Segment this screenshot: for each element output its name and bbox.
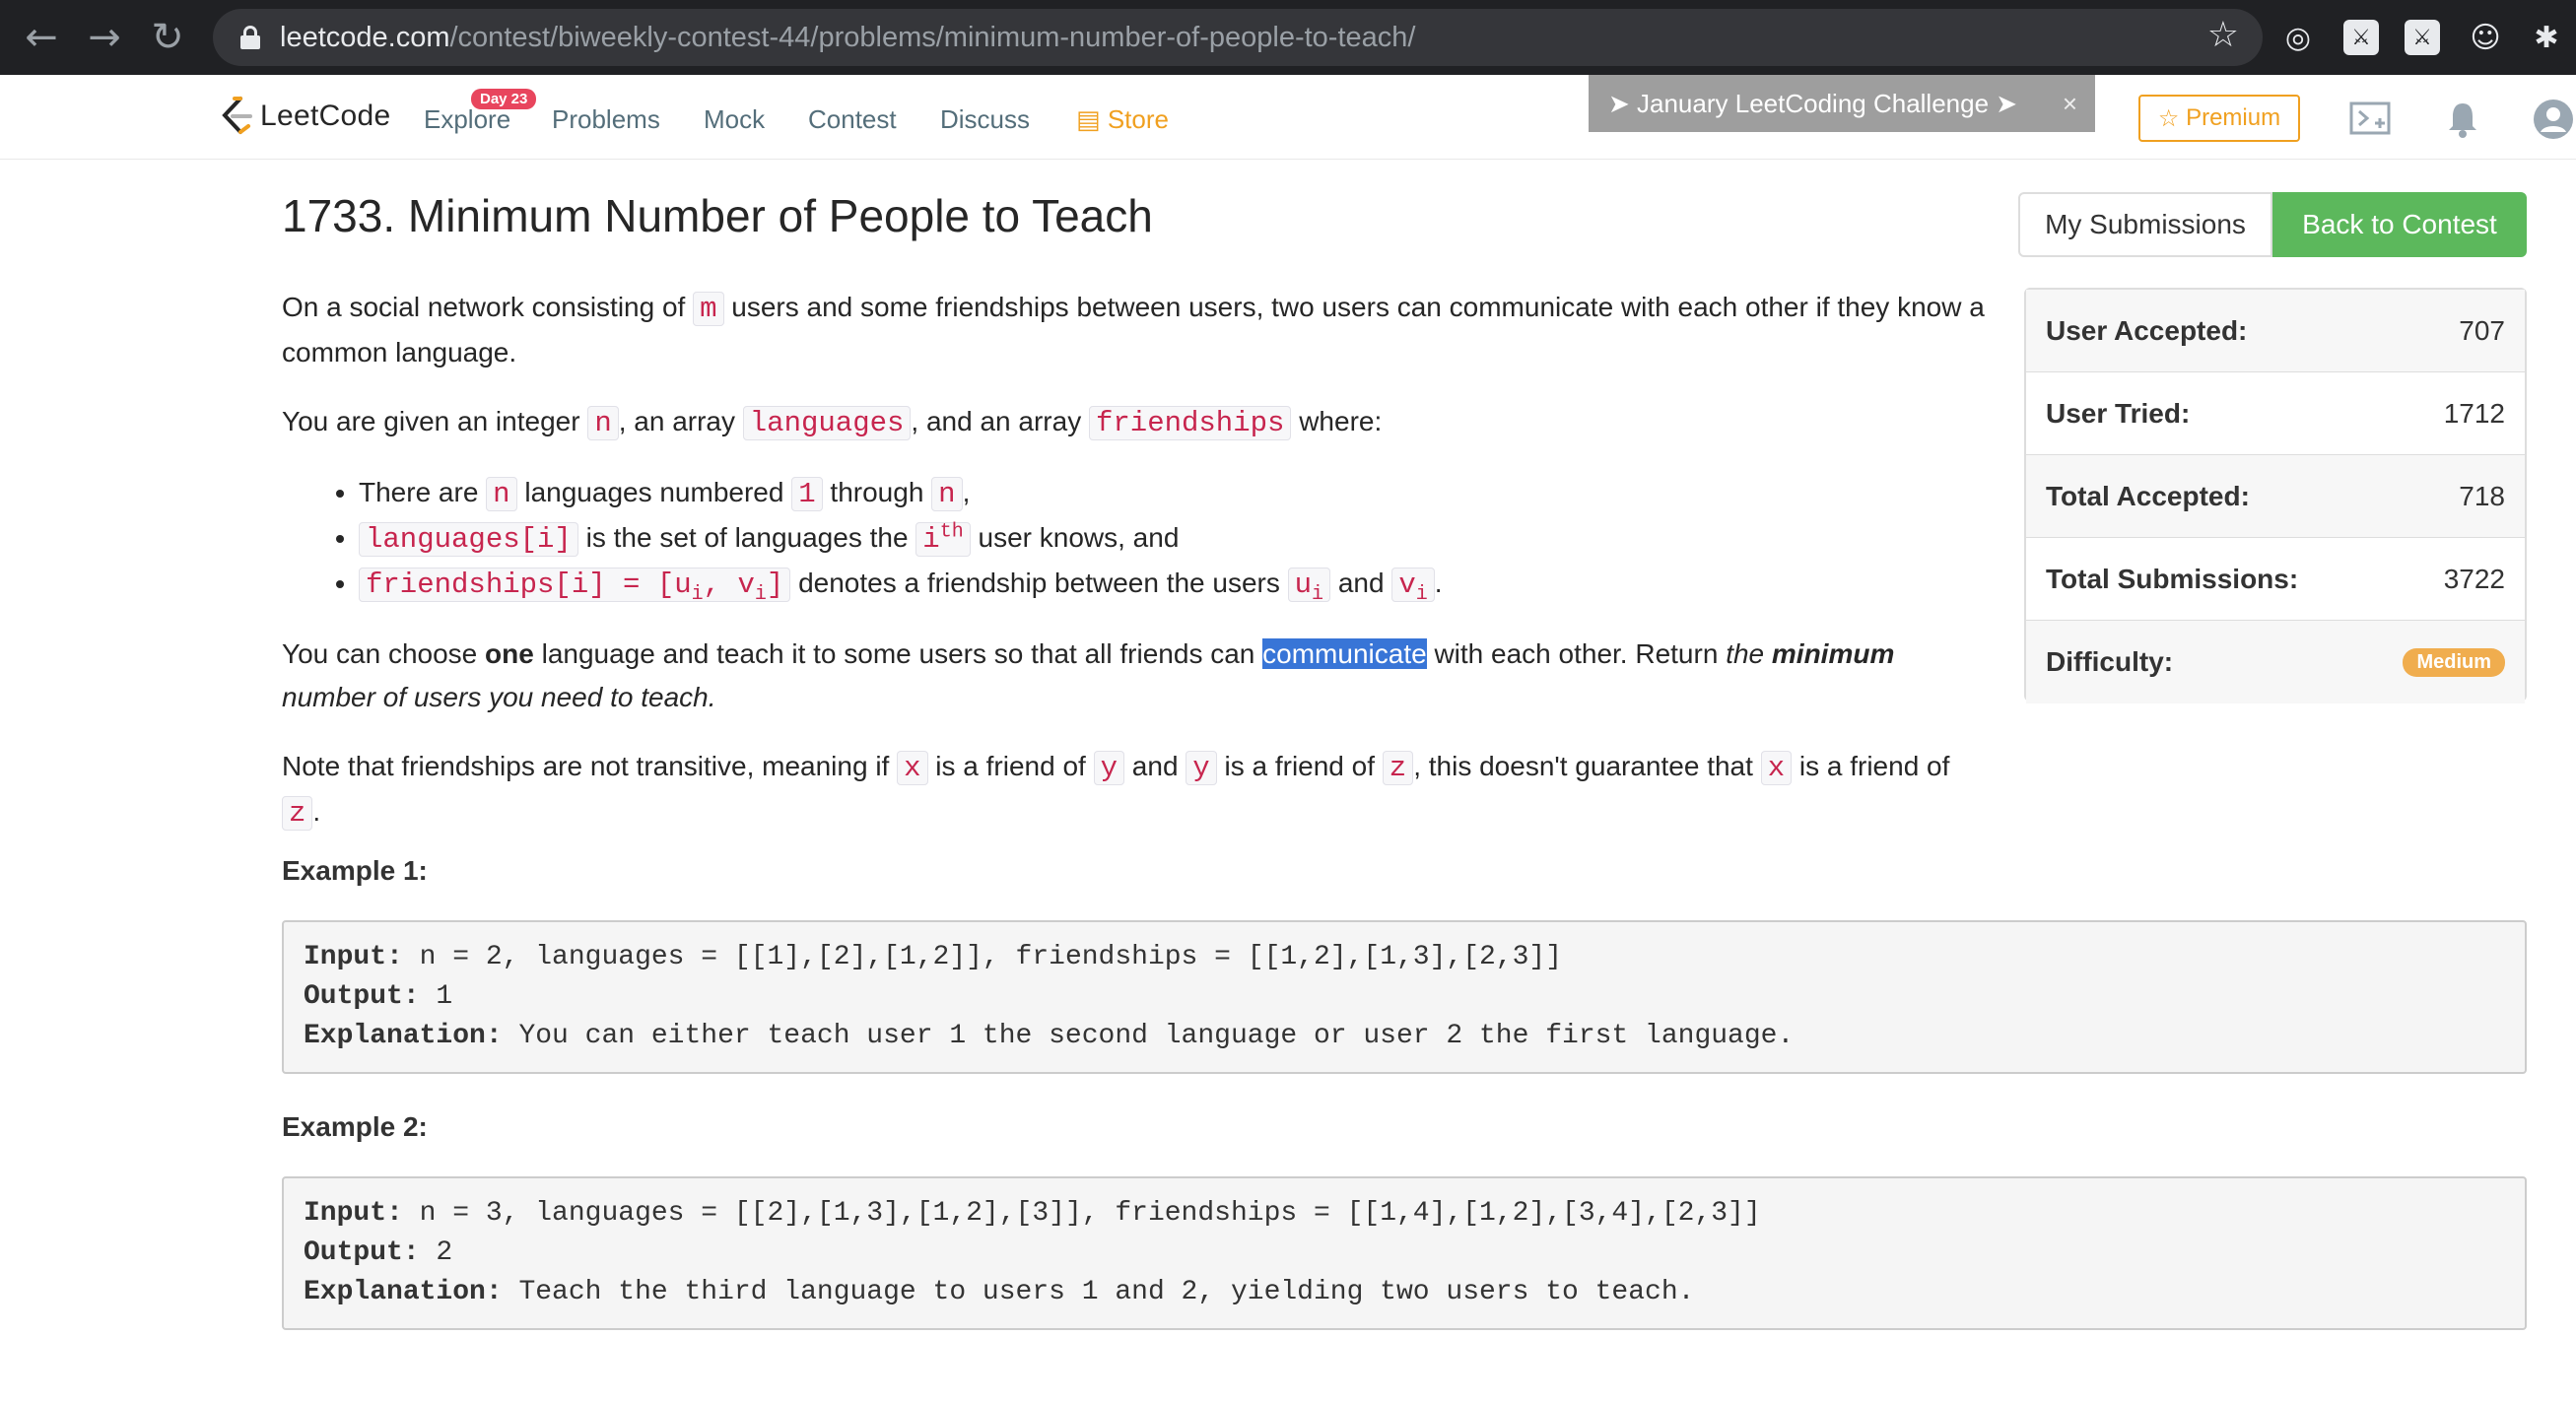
reload-icon[interactable]: ↻ xyxy=(140,10,195,65)
leetcode-logo-icon xyxy=(222,97,252,134)
stat-label: Total Accepted: xyxy=(2046,480,2250,511)
inline-code: n xyxy=(931,477,963,511)
chat-extension-icon[interactable]: ☺ xyxy=(2468,20,2503,55)
inline-code: vi xyxy=(1391,568,1435,604)
stats-panel: User Accepted: 707 User Tried: 1712 Total … xyxy=(2024,288,2527,703)
nav-mock[interactable]: Mock xyxy=(704,104,765,135)
nav-discuss[interactable]: Discuss xyxy=(940,104,1030,135)
list-item: languages[i] is the set of languages the… xyxy=(359,516,1987,562)
stat-value: 1712 xyxy=(2443,397,2505,429)
star-icon: ☆ xyxy=(2157,104,2187,132)
stat-row: User Accepted: 707 xyxy=(2026,290,2525,372)
close-icon[interactable]: × xyxy=(2063,89,2077,119)
nav-store[interactable]: ▤ Store xyxy=(1076,104,1169,135)
forward-arrow-icon[interactable]: → xyxy=(77,10,132,65)
target-extension-icon[interactable]: ◎ xyxy=(2280,20,2316,55)
premium-label: Premium xyxy=(2186,104,2281,131)
inline-code: 1 xyxy=(791,477,823,511)
list-item: There are n languages numbered 1 through… xyxy=(359,471,1987,516)
day-badge: Day 23 xyxy=(471,89,537,109)
stat-row: Difficulty: Medium xyxy=(2026,621,2525,703)
stat-value: 718 xyxy=(2459,480,2505,511)
inline-code: z xyxy=(282,796,313,831)
browser-toolbar: ← → ↻ leetcode.com/contest/biweekly-cont… xyxy=(0,0,2576,75)
address-bar[interactable]: leetcode.com/contest/biweekly-contest-44… xyxy=(213,9,2263,66)
inline-code: x xyxy=(897,751,928,785)
url-text[interactable]: leetcode.com/contest/biweekly-contest-44… xyxy=(280,22,1415,54)
logo-text: LeetCode xyxy=(260,100,391,132)
desc-paragraph: You are given an integer n, an array lan… xyxy=(282,406,1383,440)
back-to-contest-button[interactable]: Back to Contest xyxy=(2272,192,2527,257)
bookmark-star-icon[interactable]: ☆ xyxy=(2207,15,2239,55)
rocket-icon: ➤ xyxy=(1989,88,2018,118)
problem-description: On a social network consisting of m user… xyxy=(282,286,1987,861)
selected-text[interactable]: communicate xyxy=(1262,638,1427,669)
nav-contest[interactable]: Contest xyxy=(808,104,897,135)
rocket-icon: ➤ xyxy=(1608,88,1638,118)
page-title: 1733. Minimum Number of People to Teach xyxy=(282,190,1153,241)
stat-value: 3722 xyxy=(2443,563,2505,594)
inline-code: languages[i] xyxy=(359,522,578,557)
puzzle-icon[interactable]: ✱ xyxy=(2529,20,2564,55)
stat-row: Total Submissions: 3722 xyxy=(2026,538,2525,621)
example-block: Input: n = 2, languages = [[1],[2],[1,2]… xyxy=(282,920,2527,1074)
challenge-banner[interactable]: ➤ January LeetCoding Challenge ➤ × xyxy=(1589,75,2095,132)
inline-code: y xyxy=(1093,751,1125,785)
lock-icon xyxy=(240,26,260,49)
my-submissions-button[interactable]: My Submissions xyxy=(2018,192,2272,257)
stat-label: User Tried: xyxy=(2046,397,2191,429)
inline-code: n xyxy=(486,477,517,511)
leetcode-logo[interactable]: LeetCode xyxy=(219,95,391,138)
desc-paragraph: On a social network consisting of m user… xyxy=(282,292,1985,367)
desc-paragraph: Note that friendships are not transitive… xyxy=(282,751,1950,831)
example-title: Example 1: xyxy=(282,855,428,886)
playground-icon[interactable] xyxy=(2347,97,2393,142)
inline-code: m xyxy=(693,292,724,326)
inline-code: friendships xyxy=(1088,406,1292,440)
inline-code: x xyxy=(1760,751,1793,785)
inline-code: friendships[i] = [ui, vi] xyxy=(359,568,791,604)
back-arrow-icon[interactable]: ← xyxy=(14,10,69,65)
extension-icon[interactable]: ⚔ xyxy=(2405,20,2440,55)
inline-code: ui xyxy=(1287,568,1331,604)
stat-row: Total Accepted: 718 xyxy=(2026,455,2525,538)
list-item: friendships[i] = [ui, vi] denotes a frie… xyxy=(359,562,1987,607)
store-label: Store xyxy=(1107,104,1169,134)
inline-code: y xyxy=(1186,751,1217,785)
desc-paragraph: You can choose one language and teach it… xyxy=(282,638,1895,712)
constraint-list: There are n languages numbered 1 through… xyxy=(359,471,1987,607)
stat-row: User Tried: 1712 xyxy=(2026,372,2525,455)
stat-label: User Accepted: xyxy=(2046,314,2248,346)
bell-icon[interactable] xyxy=(2440,97,2485,142)
premium-button[interactable]: ☆ Premium xyxy=(2138,95,2300,142)
site-navbar: LeetCode Explore Day 23 Problems Mock Co… xyxy=(0,75,2576,160)
extension-icon[interactable]: ⚔ xyxy=(2343,20,2379,55)
inline-code: z xyxy=(1382,751,1414,785)
difficulty-label: Difficulty: xyxy=(2046,646,2174,677)
example-block: Input: n = 3, languages = [[2],[1,3],[1,… xyxy=(282,1176,2527,1330)
challenge-label: January LeetCoding Challenge xyxy=(1637,88,1990,118)
store-icon: ▤ xyxy=(1076,104,1101,134)
difficulty-badge: Medium xyxy=(2403,647,2505,677)
stat-value: 707 xyxy=(2459,314,2505,346)
inline-code: n xyxy=(587,406,619,440)
avatar-icon[interactable] xyxy=(2531,97,2576,142)
inline-code: ith xyxy=(915,522,971,557)
nav-problems[interactable]: Problems xyxy=(552,104,660,135)
example-title: Example 2: xyxy=(282,1111,428,1142)
stat-label: Total Submissions: xyxy=(2046,563,2299,594)
inline-code: languages xyxy=(742,406,912,440)
